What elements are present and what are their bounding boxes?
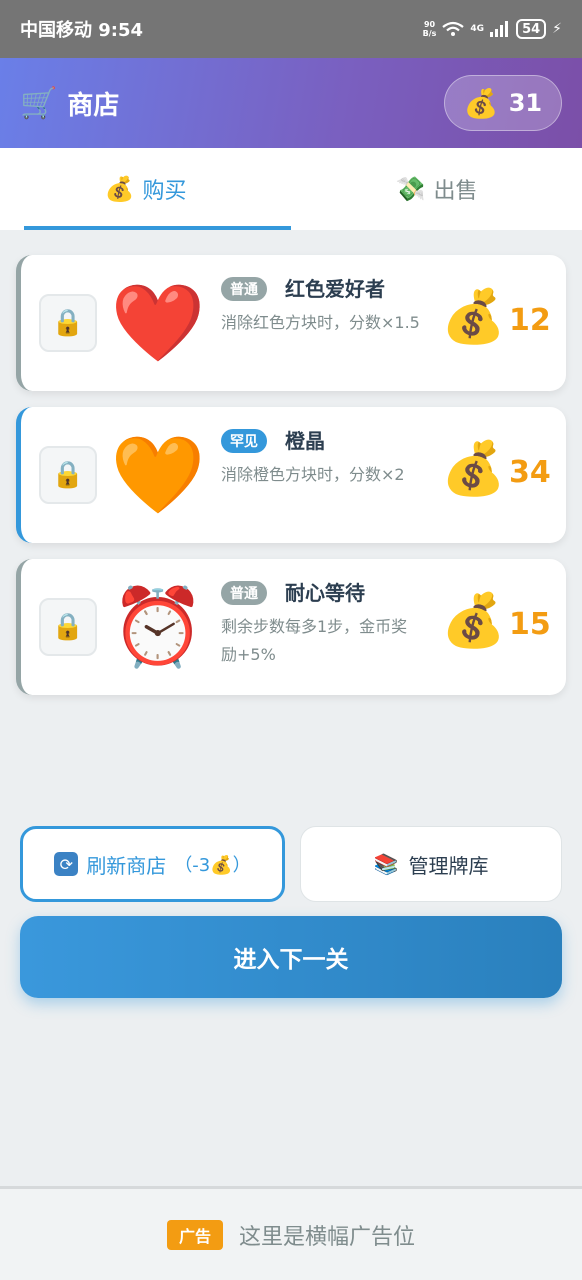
shop-item-card[interactable]: 🔒 🧡 罕见 橙晶 消除橙色方块时，分数×2 💰 34 [16,407,566,543]
tab-sell[interactable]: 💸 出售 [291,148,582,230]
item-name: 耐心等待 [285,581,365,605]
manage-deck-button[interactable]: 📚 管理牌库 [300,826,562,902]
refresh-shop-button[interactable]: ⟳ 刷新商店 （-3💰） [20,826,285,902]
shop-header: 🛒 商店 💰 31 [0,58,582,148]
refresh-cost: （-3💰） [174,855,251,876]
money-bag-icon: 💰 [441,287,506,347]
refresh-icon: ⟳ [54,852,79,876]
item-price: 12 [509,303,551,338]
shop-item-card[interactable]: 🔒 ⏰ 普通 耐心等待 剩余步数每多1步，金币奖励+5% 💰 15 [16,559,566,695]
tab-buy[interactable]: 💰 购买 [0,148,291,230]
net-speed: 90 B/s [423,20,437,38]
ad-banner[interactable]: 广告 这里是横幅广告位 [0,1186,582,1280]
next-level-button[interactable]: 进入下一关 [20,916,562,998]
item-description: 剩余步数每多1步，金币奖励+5% [221,617,408,664]
net-speed-value: 90 [423,20,436,29]
money-bag-icon: 💰 [463,86,499,120]
rarity-badge: 普通 [221,277,267,301]
item-name: 红色爱好者 [285,277,385,301]
lock-icon: 🔒 [51,308,85,338]
charging-icon: ⚡ [552,21,562,37]
net-speed-unit: B/s [422,29,437,38]
page-title: 🛒 商店 [20,85,119,122]
refresh-label: 刷新商店 [86,853,167,878]
item-name: 橙晶 [285,429,325,453]
shop-item-card[interactable]: 🔒 ❤️ 普通 红色爱好者 消除红色方块时，分数×1.5 💰 12 [16,255,566,391]
coin-balance: 💰 31 [444,75,562,131]
status-bar: 中国移动 9:54 90 B/s 4G 54 ⚡ [0,0,582,58]
tab-label: 购买 [142,179,187,204]
alarm-clock-icon: ⏰ [110,582,206,671]
item-description: 消除橙色方块时，分数×2 [221,465,405,484]
carrier-time: 中国移动 9:54 [20,20,144,41]
money-bag-icon: 💰 [441,439,506,499]
ad-text: 这里是横幅广告位 [239,1224,416,1250]
page-title-text: 商店 [67,90,120,121]
orange-heart-icon: 🧡 [110,430,206,519]
item-price: 34 [509,455,551,490]
item-price: 15 [509,607,551,642]
flying-money-icon: 💸 [395,175,426,203]
money-bag-icon: 💰 [441,591,506,651]
cart-icon: 🛒 [20,85,58,121]
coin-count: 31 [508,89,543,117]
signal-icon [490,21,509,37]
item-description: 消除红色方块时，分数×1.5 [221,313,420,332]
battery-level: 54 [522,21,541,37]
books-icon: 📚 [373,852,399,876]
status-icons: 90 B/s 4G 54 ⚡ [423,19,562,39]
manage-label: 管理牌库 [408,853,489,878]
shop-tabs: 💰 购买 💸 出售 [0,148,582,230]
ad-tag: 广告 [166,1219,223,1250]
network-type: 4G [470,24,485,34]
lock-icon: 🔒 [51,612,85,642]
money-bag-icon: 💰 [104,175,135,203]
tab-label: 出售 [433,179,478,204]
lock-button[interactable]: 🔒 [39,294,97,352]
battery-indicator: 54 [516,19,547,39]
rarity-badge: 普通 [221,581,267,605]
lock-button[interactable]: 🔒 [39,598,97,656]
rarity-badge: 罕见 [221,429,267,453]
lock-icon: 🔒 [51,460,85,490]
red-heart-icon: ❤️ [110,278,206,367]
lock-button[interactable]: 🔒 [39,446,97,504]
wifi-icon [442,21,465,36]
